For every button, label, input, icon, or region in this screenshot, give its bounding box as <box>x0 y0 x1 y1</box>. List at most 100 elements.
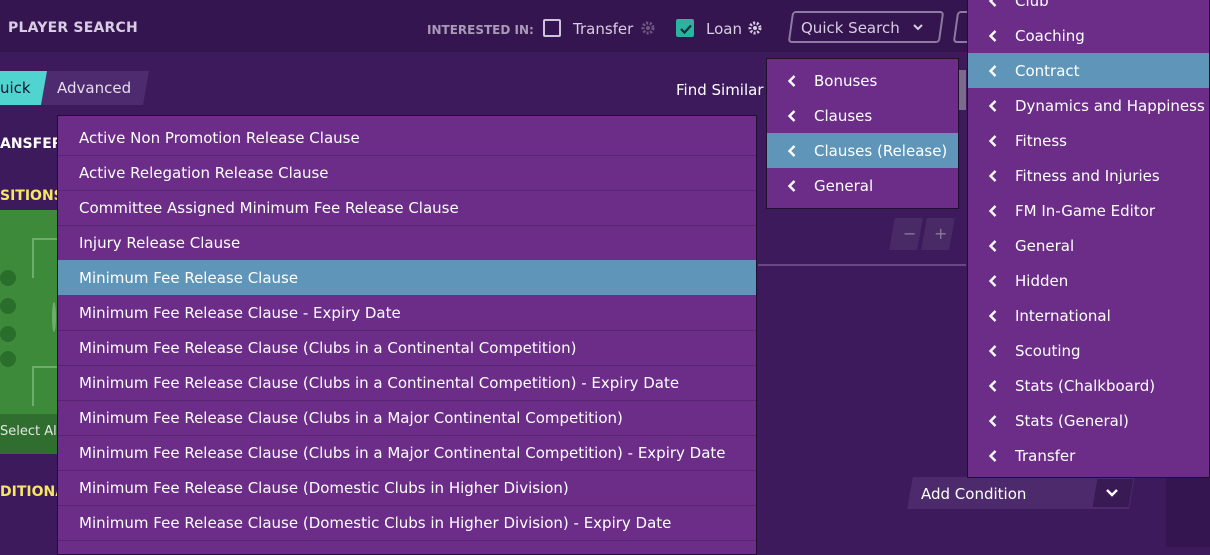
plus-label: + <box>934 224 948 243</box>
position-dot[interactable] <box>0 351 16 367</box>
list-item[interactable]: Minimum Fee Release Clause (Clubs in a M… <box>58 400 756 436</box>
list-item-label: Minimum Fee Release Clause (Clubs in a C… <box>79 374 680 392</box>
menu-item-label: General <box>814 177 874 195</box>
chevron-left-icon <box>988 310 997 322</box>
menu-item-label: Stats (General) <box>1015 412 1129 430</box>
chevron-left-icon <box>988 380 997 392</box>
gear-icon[interactable] <box>747 20 763 36</box>
select-all-label: Select All <box>0 424 61 439</box>
check-icon <box>680 24 692 35</box>
menu-item[interactable]: Clauses (Release) <box>767 133 958 168</box>
scrollbar[interactable] <box>959 70 966 110</box>
menu-item-label: Dynamics and Happiness <box>1015 97 1205 115</box>
chevron-left-icon <box>988 275 997 287</box>
minus-label: − <box>903 224 917 243</box>
list-item-label: Minimum Fee Release Clause (Domestic Clu… <box>79 479 569 497</box>
menu-item[interactable]: Fitness <box>968 123 1209 158</box>
category-menu[interactable]: Club Coaching Contract Dynamics and Happine… <box>967 0 1210 478</box>
list-item-label: Injury Release Clause <box>79 234 241 252</box>
menu-item[interactable]: International <box>968 298 1209 333</box>
list-item[interactable]: Minimum Fee Release Clause (Domestic Clu… <box>58 505 756 541</box>
list-item[interactable]: Minimum Fee Release Clause (Domestic Clu… <box>58 470 756 506</box>
menu-item[interactable]: Bonuses <box>767 63 958 98</box>
position-dot[interactable] <box>0 326 16 342</box>
list-item[interactable]: Minimum Fee Release Clause (Clubs in a M… <box>58 435 756 471</box>
menu-item[interactable]: Transfer <box>968 438 1209 473</box>
menu-item[interactable]: General <box>968 228 1209 263</box>
transfer-label: Transfer <box>573 20 634 38</box>
menu-item-label: Transfer <box>1015 447 1076 465</box>
menu-item-label: General <box>1015 237 1075 255</box>
chevron-left-icon <box>988 450 997 462</box>
contract-submenu[interactable]: Bonuses Clauses Clauses (Release) General <box>766 58 959 209</box>
menu-item-label: Coaching <box>1015 27 1085 45</box>
chevron-down-icon <box>1106 489 1118 497</box>
loan-checkbox[interactable] <box>676 19 694 37</box>
list-item[interactable]: Minimum Fee Release Clause <box>58 260 756 295</box>
position-dot[interactable] <box>0 270 16 286</box>
chevron-left-icon <box>988 65 997 77</box>
menu-item-label: Stats (Chalkboard) <box>1015 377 1156 395</box>
menu-item[interactable]: Coaching <box>968 18 1209 53</box>
chevron-left-icon <box>988 205 997 217</box>
list-item[interactable]: Injury Release Clause <box>58 225 756 261</box>
position-dot[interactable] <box>0 298 16 314</box>
add-condition-label: Add Condition <box>921 485 1027 503</box>
loan-label: Loan <box>706 20 742 38</box>
chevron-left-icon <box>787 145 796 157</box>
chevron-left-icon <box>988 240 997 252</box>
chevron-left-icon <box>988 415 997 427</box>
menu-item[interactable]: General <box>767 168 958 203</box>
list-item-label: Minimum Fee Release Clause (Clubs in a C… <box>79 339 577 357</box>
menu-item-label: Scouting <box>1015 342 1081 360</box>
list-item-label: Minimum Fee Release Clause <box>79 269 299 287</box>
list-item[interactable]: Active Relegation Release Clause <box>58 155 756 191</box>
chevron-left-icon <box>988 345 997 357</box>
chevron-left-icon <box>988 0 997 7</box>
gear-icon[interactable] <box>640 20 656 36</box>
page-title: PLAYER SEARCH <box>8 20 138 36</box>
menu-item[interactable]: Scouting <box>968 333 1209 368</box>
list-item-label: Minimum Fee Release Clause - Expiry Date <box>79 304 401 322</box>
chevron-left-icon <box>988 135 997 147</box>
menu-item-label: Fitness and Injuries <box>1015 167 1160 185</box>
menu-item-label: Clauses (Release) <box>814 142 948 160</box>
menu-item[interactable]: Club <box>968 0 1209 18</box>
chevron-left-icon <box>787 180 796 192</box>
chevron-left-icon <box>787 110 796 122</box>
interested-in-label: INTERESTED IN: <box>427 23 534 37</box>
menu-item[interactable]: Stats (Chalkboard) <box>968 368 1209 403</box>
list-item-label: Active Relegation Release Clause <box>79 164 329 182</box>
list-item[interactable]: Active Non Promotion Release Clause <box>58 120 756 156</box>
menu-item-label: Hidden <box>1015 272 1069 290</box>
quick-search-label: Quick Search <box>801 19 900 37</box>
menu-item[interactable]: FM In-Game Editor <box>968 193 1209 228</box>
chevron-left-icon <box>787 75 796 87</box>
menu-item-label: Fitness <box>1015 132 1067 150</box>
right-pane <box>1166 478 1210 547</box>
find-similar-link[interactable]: Find Similar <box>676 81 764 99</box>
menu-item[interactable]: Fitness and Injuries <box>968 158 1209 193</box>
list-item[interactable]: Minimum Fee Release Clause - Expiry Date <box>58 295 756 331</box>
menu-item[interactable]: Hidden <box>968 263 1209 298</box>
menu-item[interactable]: Clauses <box>767 98 958 133</box>
release-clause-list[interactable]: Active Non Promotion Release Clause Activ… <box>57 115 757 555</box>
list-item-label: Minimum Fee Release Clause (Clubs in a M… <box>79 444 726 462</box>
list-item-label: Minimum Fee Release Clause (Domestic Clu… <box>79 514 672 532</box>
tab-advanced-label: Advanced <box>57 79 132 97</box>
menu-item[interactable]: Stats (General) <box>968 403 1209 438</box>
menu-item-label: FM In-Game Editor <box>1015 202 1156 220</box>
section-transfer: ANSFER <box>0 136 63 152</box>
transfer-checkbox[interactable] <box>543 19 561 37</box>
list-item-label: Committee Assigned Minimum Fee Release C… <box>79 199 459 217</box>
menu-item[interactable]: Dynamics and Happiness <box>968 88 1209 123</box>
chevron-left-icon <box>988 100 997 112</box>
menu-item-label: Clauses <box>814 107 873 125</box>
list-item-label: Minimum Fee Release Clause (Clubs in a M… <box>79 409 623 427</box>
add-condition-chevron[interactable] <box>1092 479 1134 507</box>
list-item[interactable]: Minimum Fee Release Clause (Clubs in a C… <box>58 365 756 401</box>
list-item[interactable]: Minimum Fee Release Clause (Clubs in a C… <box>58 330 756 366</box>
list-item-label: Active Non Promotion Release Clause <box>79 129 360 147</box>
menu-item[interactable]: Contract <box>968 53 1209 88</box>
list-item[interactable]: Committee Assigned Minimum Fee Release C… <box>58 190 756 226</box>
